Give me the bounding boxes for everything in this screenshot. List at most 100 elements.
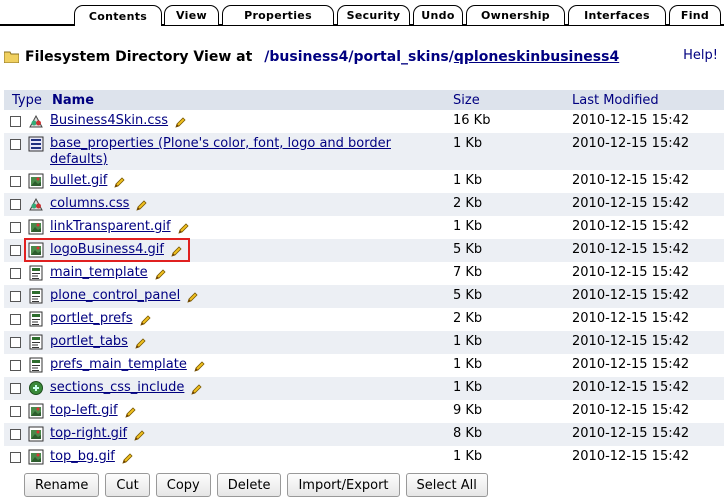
- row-checkbox[interactable]: [10, 176, 21, 187]
- file-size: 2 Kb: [453, 311, 483, 326]
- edit-pencil-icon[interactable]: [121, 453, 133, 465]
- file-modified: 2010-12-15 15:42: [572, 288, 690, 303]
- page-title: Filesystem Directory View at /business4/…: [4, 46, 720, 68]
- file-link[interactable]: top_bg.gif: [50, 449, 115, 465]
- file-size: 1 Kb: [453, 380, 483, 395]
- name-cell: plone_control_panel: [28, 288, 453, 304]
- image-icon: [28, 173, 44, 189]
- copy-button[interactable]: Copy: [155, 473, 211, 497]
- file-link[interactable]: main_template: [50, 265, 148, 281]
- edit-pencil-icon[interactable]: [174, 117, 186, 129]
- breadcrumb-business4[interactable]: business4: [269, 49, 348, 65]
- select-all-button[interactable]: Select All: [405, 473, 488, 497]
- tab-label: Properties: [223, 6, 333, 25]
- file-link[interactable]: Business4Skin.css: [50, 113, 168, 129]
- row-checkbox[interactable]: [10, 314, 21, 325]
- file-modified: 2010-12-15 15:42: [572, 380, 690, 395]
- edit-pencil-icon[interactable]: [135, 200, 148, 212]
- tab-interfaces[interactable]: Interfaces: [568, 5, 666, 25]
- col-name[interactable]: Name: [52, 93, 453, 108]
- select-cell: [4, 357, 28, 371]
- select-cell: [4, 449, 28, 463]
- edit-pencil-icon[interactable]: [124, 407, 136, 419]
- select-cell: [4, 113, 28, 127]
- row-checkbox[interactable]: [10, 360, 21, 371]
- row-checkbox[interactable]: [10, 268, 21, 279]
- row-checkbox[interactable]: [10, 383, 21, 394]
- file-entry: top-left.gif: [28, 403, 136, 419]
- edit-pencil-icon[interactable]: [133, 430, 145, 442]
- breadcrumb-portal-skins[interactable]: portal_skins: [354, 49, 449, 65]
- tab-security[interactable]: Security: [337, 5, 410, 25]
- edit-pencil-icon[interactable]: [154, 269, 166, 281]
- file-link[interactable]: columns.css: [50, 196, 129, 212]
- row-checkbox[interactable]: [10, 406, 21, 417]
- name-cell: portlet_prefs: [28, 311, 453, 327]
- edit-pencil-icon[interactable]: [186, 292, 198, 304]
- file-link[interactable]: sections_css_include: [50, 380, 184, 396]
- file-link[interactable]: prefs_main_template: [50, 357, 187, 373]
- import-export-button[interactable]: Import/Export: [287, 473, 400, 497]
- edit-pencil-icon[interactable]: [113, 177, 125, 189]
- select-cell: [4, 403, 28, 417]
- row-checkbox[interactable]: [10, 429, 21, 440]
- css-icon: [29, 197, 43, 211]
- file-entry: top-right.gif: [28, 426, 145, 442]
- file-size: 7 Kb: [453, 265, 483, 280]
- col-type[interactable]: Type: [4, 93, 52, 108]
- file-link[interactable]: base_properties (Plone's color, font, lo…: [50, 136, 420, 168]
- help-link[interactable]: Help!: [683, 48, 718, 63]
- file-size: 1 Kb: [453, 334, 483, 349]
- tab-view[interactable]: View: [164, 5, 219, 25]
- file-size: 1 Kb: [453, 136, 483, 151]
- select-cell: [4, 334, 28, 348]
- file-link[interactable]: bullet.gif: [50, 173, 107, 189]
- select-cell: [4, 265, 28, 279]
- col-modified[interactable]: Last Modified: [572, 93, 722, 108]
- cut-button[interactable]: Cut: [105, 473, 150, 497]
- col-size[interactable]: Size: [453, 93, 572, 108]
- table-row: base_properties (Plone's color, font, lo…: [4, 133, 724, 170]
- row-checkbox[interactable]: [10, 245, 21, 256]
- tab-contents[interactable]: Contents: [74, 5, 162, 27]
- breadcrumb: /business4/portal_skins/qploneskinbusine…: [264, 49, 619, 65]
- edit-pencil-icon[interactable]: [134, 338, 146, 350]
- edit-pencil-icon[interactable]: [193, 361, 205, 373]
- edit-pencil-icon[interactable]: [190, 384, 202, 396]
- file-link[interactable]: logoBusiness4.gif: [50, 242, 164, 258]
- file-link[interactable]: linkTransparent.gif: [50, 219, 171, 235]
- delete-button[interactable]: Delete: [216, 473, 282, 497]
- row-checkbox[interactable]: [10, 452, 21, 463]
- table-row: top-left.gif 9 Kb 2010-12-15 15:42: [4, 400, 724, 423]
- breadcrumb-current[interactable]: qploneskinbusiness4: [454, 49, 619, 65]
- page-template-icon: [29, 265, 43, 281]
- tab-bar: Contents View Properties Security Undo Owners…: [0, 0, 724, 27]
- tab-ownership[interactable]: Ownership: [466, 5, 565, 25]
- tab-find[interactable]: Find: [669, 5, 721, 25]
- file-link[interactable]: portlet_prefs: [50, 311, 133, 327]
- file-link[interactable]: top-left.gif: [50, 403, 118, 419]
- row-checkbox[interactable]: [10, 199, 21, 210]
- file-link[interactable]: portlet_tabs: [50, 334, 128, 350]
- row-checkbox[interactable]: [10, 337, 21, 348]
- file-entry: plone_control_panel: [28, 288, 198, 304]
- edit-pencil-icon[interactable]: [170, 246, 182, 258]
- file-entry: portlet_prefs: [28, 311, 151, 327]
- table-row: top-right.gif 8 Kb 2010-12-15 15:42: [4, 423, 724, 446]
- file-link[interactable]: plone_control_panel: [50, 288, 180, 304]
- rename-button[interactable]: Rename: [24, 473, 100, 497]
- row-checkbox[interactable]: [10, 222, 21, 233]
- file-entry: prefs_main_template: [28, 357, 205, 373]
- edit-pencil-icon[interactable]: [177, 223, 189, 235]
- edit-pencil-icon[interactable]: [139, 315, 151, 327]
- row-checkbox[interactable]: [10, 291, 21, 302]
- table-row: logoBusiness4.gif 5 Kb 2010-12-15 15:42: [4, 238, 724, 262]
- select-cell: [4, 426, 28, 440]
- tab-properties[interactable]: Properties: [222, 5, 334, 25]
- file-modified: 2010-12-15 15:42: [572, 334, 690, 349]
- file-size: 1 Kb: [453, 219, 483, 234]
- file-link[interactable]: top-right.gif: [50, 426, 127, 442]
- row-checkbox[interactable]: [10, 139, 21, 150]
- tab-undo[interactable]: Undo: [413, 5, 463, 25]
- row-checkbox[interactable]: [10, 116, 21, 127]
